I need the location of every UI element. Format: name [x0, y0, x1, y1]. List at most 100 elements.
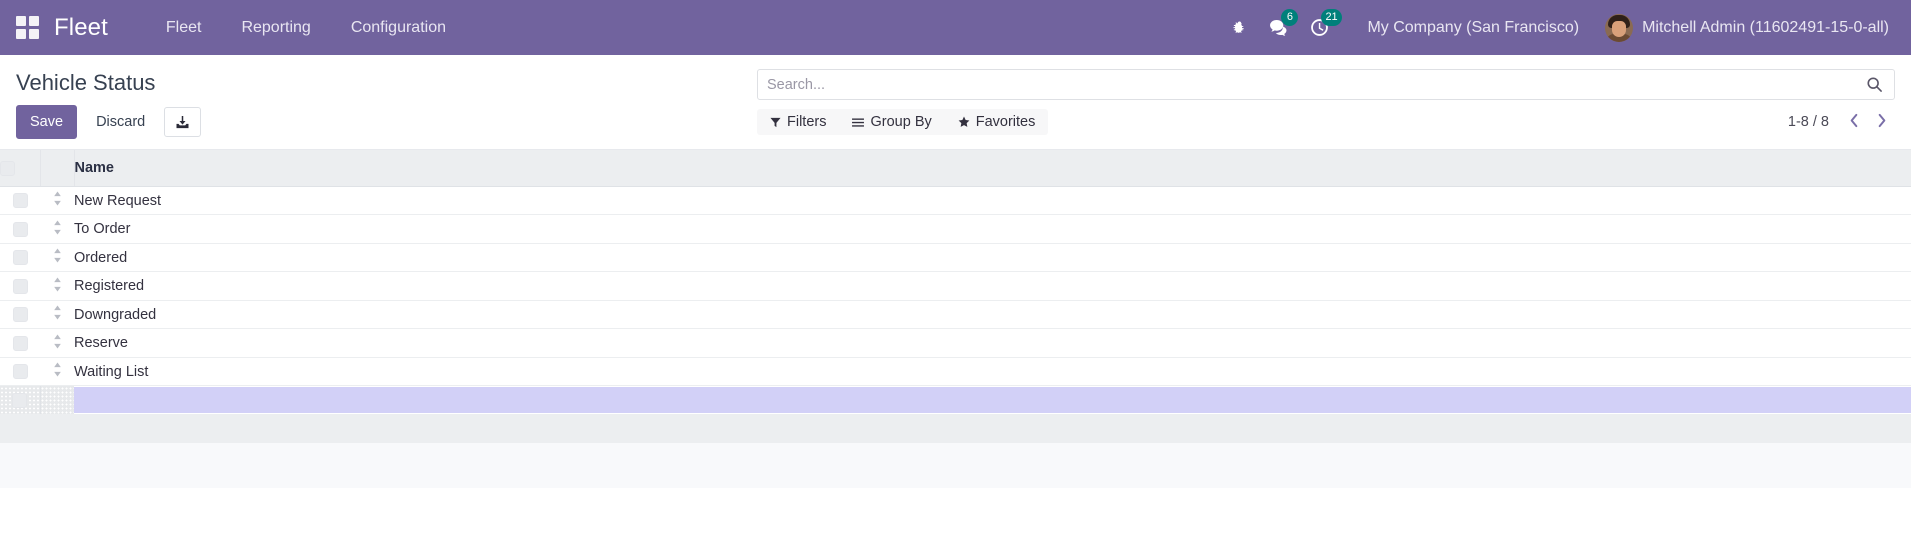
- pager-next-button[interactable]: [1869, 112, 1895, 133]
- row-name-cell[interactable]: To Order: [74, 214, 1911, 244]
- row-checkbox[interactable]: [12, 307, 28, 323]
- row-name-cell[interactable]: Registered: [74, 271, 1911, 301]
- row-name-cell[interactable]: New Request: [74, 186, 1911, 216]
- top-navbar: Fleet Fleet Reporting Configuration 6 21: [0, 0, 1911, 55]
- row-select-cell[interactable]: [0, 328, 40, 358]
- table-header: Name: [0, 150, 1911, 187]
- nav-item-reporting[interactable]: Reporting: [221, 0, 330, 55]
- row-drag-cell[interactable]: [40, 271, 74, 301]
- row-name-cell[interactable]: Ordered: [74, 243, 1911, 273]
- row-checkbox[interactable]: [12, 250, 28, 266]
- user-menu-label: Mitchell Admin (11602491-15-0-all): [1642, 18, 1889, 36]
- search-dropdowns: Filters Group By Favorites: [757, 109, 1049, 135]
- apps-grid-icon: [15, 16, 39, 39]
- search-button[interactable]: [1864, 76, 1885, 93]
- row-drag-cell[interactable]: [40, 186, 74, 216]
- footer-check-cell: [0, 414, 40, 444]
- pager: 1-8 / 8: [1788, 112, 1895, 133]
- row-drag-cell[interactable]: [40, 357, 74, 387]
- control-panel: Vehicle Status Save Discard Search... Fi…: [0, 55, 1911, 151]
- new-row-checkbox[interactable]: [12, 392, 28, 408]
- discard-button[interactable]: Discard: [82, 105, 160, 140]
- row-select-cell[interactable]: [0, 214, 40, 244]
- export-button[interactable]: [164, 107, 202, 138]
- drag-handle-icon[interactable]: [53, 191, 62, 209]
- table-row[interactable]: Reserve: [0, 328, 1911, 358]
- column-header-name[interactable]: Name: [74, 150, 1911, 187]
- drag-handle-icon[interactable]: [53, 362, 62, 380]
- row-name-cell[interactable]: Waiting List: [74, 357, 1911, 387]
- select-all-checkbox[interactable]: [0, 160, 15, 176]
- row-drag-cell[interactable]: [40, 243, 74, 273]
- drag-handle-icon[interactable]: [53, 277, 62, 295]
- select-all-header[interactable]: [0, 150, 41, 187]
- list-view: Name New Request To Order Ordered Registere…: [0, 150, 1911, 444]
- control-panel-right: Filters Group By Favorites: [757, 63, 1895, 135]
- bug-icon: [1233, 20, 1244, 33]
- row-drag-cell[interactable]: [40, 300, 74, 330]
- table-row[interactable]: Waiting List: [0, 357, 1911, 387]
- table-footer-row: [0, 414, 1911, 444]
- row-select-cell[interactable]: [0, 271, 40, 301]
- pager-previous-button[interactable]: [1841, 112, 1867, 133]
- favorites-dropdown[interactable]: Favorites: [945, 109, 1049, 135]
- table-row[interactable]: Downgraded: [0, 300, 1911, 330]
- list-empty-space: [0, 443, 1911, 489]
- row-name-cell[interactable]: Reserve: [74, 328, 1911, 358]
- filter-funnel-icon: [770, 117, 781, 127]
- search-input[interactable]: [767, 76, 1864, 93]
- company-switcher[interactable]: My Company (San Francisco): [1339, 19, 1595, 37]
- row-select-cell[interactable]: [0, 186, 40, 216]
- star-icon: [958, 116, 970, 127]
- row-checkbox[interactable]: [12, 364, 28, 380]
- filter-row: Filters Group By Favorites 1-8 / 8: [757, 109, 1895, 135]
- drag-handle-icon[interactable]: [53, 248, 62, 266]
- table-row[interactable]: Registered: [0, 271, 1911, 301]
- new-record-row[interactable]: [0, 385, 1911, 415]
- apps-menu-button[interactable]: [0, 0, 54, 55]
- footer-handle-cell: [40, 414, 74, 444]
- new-row-name-input[interactable]: [74, 387, 1911, 414]
- row-select-cell[interactable]: [0, 300, 40, 330]
- table-body: New Request To Order Ordered Registered Down…: [0, 186, 1911, 444]
- row-checkbox[interactable]: [12, 278, 28, 294]
- table-row[interactable]: To Order: [0, 214, 1911, 244]
- group-by-dropdown[interactable]: Group By: [839, 109, 944, 135]
- activities-button[interactable]: 21: [1299, 0, 1342, 55]
- row-checkbox[interactable]: [12, 335, 28, 351]
- table-header-row: Name: [0, 150, 1911, 187]
- drag-handle-icon[interactable]: [53, 220, 62, 238]
- nav-item-configuration[interactable]: Configuration: [331, 0, 466, 55]
- row-name-cell[interactable]: Downgraded: [74, 300, 1911, 330]
- table-row[interactable]: Ordered: [0, 243, 1911, 273]
- row-drag-cell[interactable]: [40, 214, 74, 244]
- control-panel-left: Vehicle Status Save Discard: [16, 63, 202, 140]
- row-checkbox[interactable]: [12, 193, 28, 209]
- chevron-left-icon: [1850, 113, 1858, 127]
- bug-icon-button[interactable]: [1219, 0, 1259, 55]
- new-row-select-cell[interactable]: [0, 385, 41, 415]
- footer-name-cell: [74, 414, 1911, 444]
- nav-item-fleet[interactable]: Fleet: [146, 0, 222, 55]
- drag-handle-icon[interactable]: [53, 334, 62, 352]
- row-select-cell[interactable]: [0, 357, 40, 387]
- filters-dropdown[interactable]: Filters: [757, 109, 839, 135]
- user-menu[interactable]: Mitchell Admin (11602491-15-0-all): [1595, 13, 1895, 42]
- vehicle-status-table: Name New Request To Order Ordered Registere…: [0, 150, 1911, 444]
- app-brand-name[interactable]: Fleet: [54, 14, 108, 42]
- save-button[interactable]: Save: [16, 105, 78, 140]
- row-drag-cell[interactable]: [40, 328, 74, 358]
- search-icon: [1867, 77, 1882, 92]
- action-buttons: Save Discard: [16, 105, 202, 140]
- messages-button[interactable]: 6: [1259, 0, 1299, 55]
- table-row[interactable]: New Request: [0, 186, 1911, 216]
- new-row-name-cell[interactable]: [74, 385, 1911, 415]
- drag-handle-icon[interactable]: [53, 305, 62, 323]
- row-checkbox[interactable]: [12, 221, 28, 237]
- row-select-cell[interactable]: [0, 243, 40, 273]
- pager-range[interactable]: 1-8 / 8: [1788, 114, 1839, 130]
- activities-badge: 21: [1321, 9, 1342, 26]
- searchview[interactable]: [757, 69, 1895, 100]
- navbar-right-tools: 6 21 My Company (San Francisco) Mitchell…: [1219, 0, 1895, 55]
- main-nav-menu: Fleet Reporting Configuration: [146, 0, 466, 55]
